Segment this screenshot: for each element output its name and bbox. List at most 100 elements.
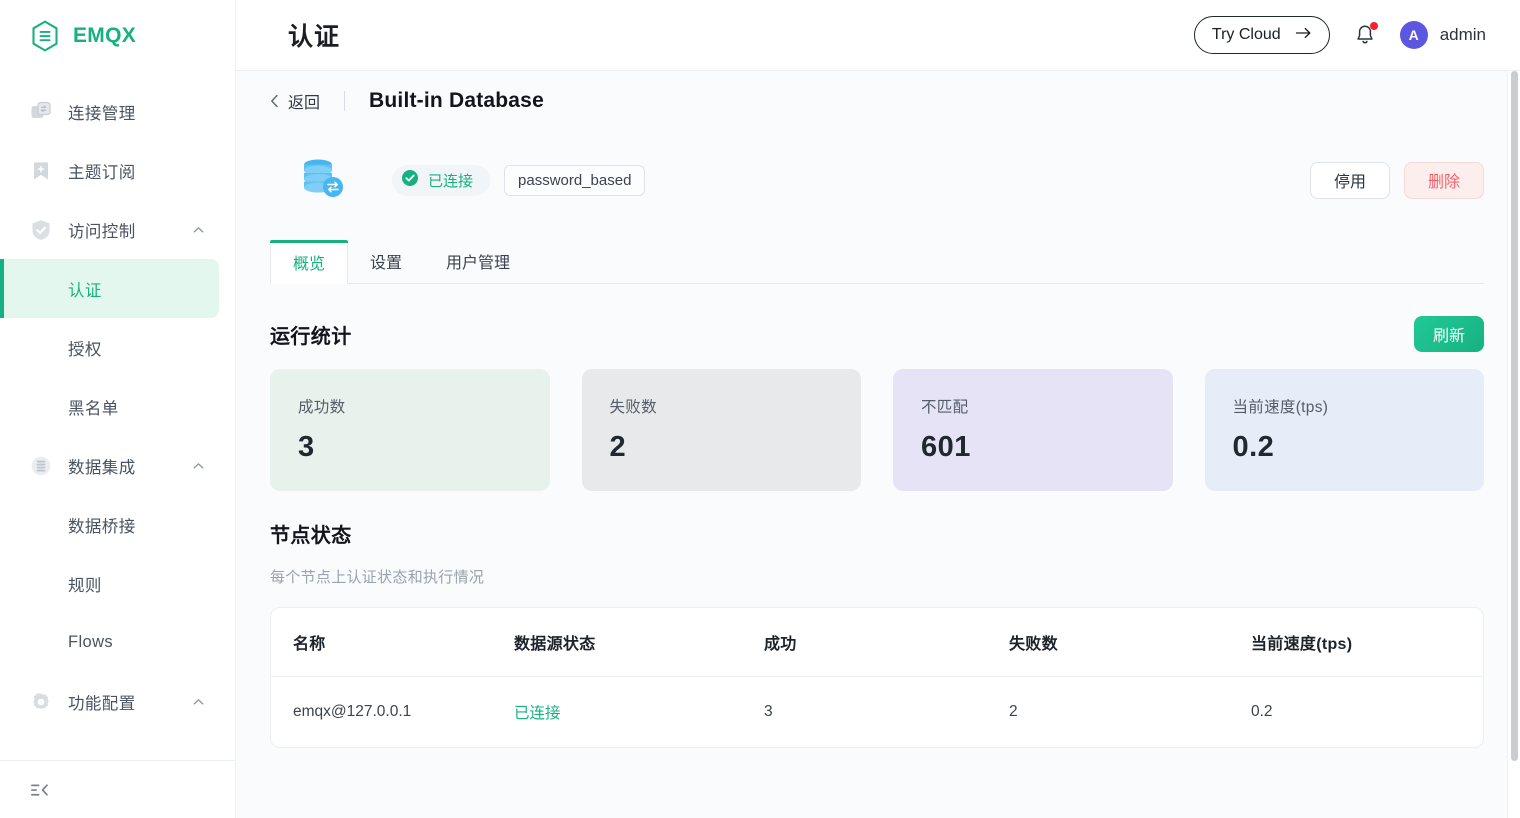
sidebar-item-subscriptions[interactable]: 主题订阅 <box>0 141 235 200</box>
column-header-rate: 当前速度(tps) <box>1251 608 1483 677</box>
vertical-scrollbar[interactable] <box>1507 71 1520 818</box>
sidebar-item-label: 功能配置 <box>68 690 136 714</box>
resource-summary: 已连接 password_based 停用 删除 <box>236 131 1520 217</box>
sidebar-item-label: 认证 <box>68 277 102 301</box>
tab-settings[interactable]: 设置 <box>348 239 424 283</box>
tab-bar: 概览 设置 用户管理 <box>270 239 1484 284</box>
sidebar-item-label: Flows <box>68 633 113 652</box>
stat-value: 0.2 <box>1233 431 1485 464</box>
node-section-description: 每个节点上认证状态和执行情况 <box>270 566 1520 587</box>
cell-node-name: emqx@127.0.0.1 <box>271 677 514 748</box>
column-header-success: 成功 <box>764 608 1009 677</box>
check-circle-icon <box>401 169 419 191</box>
sidebar-item-blacklist[interactable]: 黑名单 <box>0 377 235 436</box>
notification-dot <box>1370 22 1378 30</box>
refresh-button[interactable]: 刷新 <box>1414 316 1484 352</box>
topbar: 认证 Try Cloud A <box>236 0 1520 71</box>
delete-button[interactable]: 删除 <box>1404 162 1484 199</box>
sidebar-item-flows[interactable]: Flows <box>0 613 235 672</box>
cell-failure: 2 <box>1009 677 1251 748</box>
collapse-sidebar-icon[interactable] <box>28 779 50 801</box>
resource-badges: 已连接 password_based <box>392 165 645 196</box>
stat-card-grid: 成功数 3 失败数 2 不匹配 601 当前速度(tps) 0.2 <box>270 369 1484 491</box>
user-name[interactable]: admin <box>1440 25 1486 45</box>
back-label: 返回 <box>288 89 320 113</box>
try-cloud-label: Try Cloud <box>1212 26 1281 44</box>
try-cloud-button[interactable]: Try Cloud <box>1194 16 1330 54</box>
connections-icon <box>28 99 54 125</box>
node-status-table: 名称 数据源状态 成功 失败数 当前速度(tps) emqx@127.0.0.1… <box>270 607 1484 748</box>
stats-section-header: 运行统计 刷新 <box>270 314 1484 354</box>
column-header-datasource-status: 数据源状态 <box>514 608 764 677</box>
breadcrumb: 返回 Built-in Database <box>236 71 1520 131</box>
status-badge: 已连接 <box>392 165 490 196</box>
sidebar-item-connections[interactable]: 连接管理 <box>0 82 235 141</box>
stat-value: 2 <box>610 431 862 464</box>
arrow-right-icon <box>1295 26 1312 45</box>
page-title: 认证 <box>288 17 340 53</box>
node-section-title: 节点状态 <box>270 519 1520 548</box>
sidebar-item-data-bridge[interactable]: 数据桥接 <box>0 495 235 554</box>
cell-datasource-status: 已连接 <box>514 677 764 748</box>
sidebar-item-label: 数据集成 <box>68 454 136 478</box>
sidebar: EMQX 连接管理 <box>0 0 236 818</box>
shield-check-icon <box>28 217 54 243</box>
sidebar-item-label: 访问控制 <box>68 218 136 242</box>
bookmark-icon <box>28 158 54 184</box>
column-header-failure: 失败数 <box>1009 608 1251 677</box>
sidebar-item-authorization[interactable]: 授权 <box>0 318 235 377</box>
sidebar-item-label: 黑名单 <box>68 395 119 419</box>
status-badge-label: 已连接 <box>428 170 473 191</box>
column-header-name: 名称 <box>271 608 514 677</box>
topbar-actions: Try Cloud A admin <box>1194 16 1486 54</box>
emqx-hexagon-logo-icon <box>28 19 62 53</box>
chevron-up-icon[interactable] <box>192 459 205 472</box>
chevron-up-icon[interactable] <box>192 695 205 708</box>
stat-value: 3 <box>298 431 550 464</box>
stat-label: 当前速度(tps) <box>1233 395 1485 417</box>
stat-card-nomatch: 不匹配 601 <box>893 369 1173 491</box>
disable-button[interactable]: 停用 <box>1310 162 1390 199</box>
tab-overview[interactable]: 概览 <box>270 240 348 284</box>
avatar[interactable]: A <box>1400 21 1428 49</box>
stat-value: 601 <box>921 431 1173 464</box>
vertical-scrollbar-thumb[interactable] <box>1511 71 1518 761</box>
stat-card-rate: 当前速度(tps) 0.2 <box>1205 369 1485 491</box>
breadcrumb-divider <box>344 91 345 111</box>
auth-type-badge: password_based <box>504 165 645 196</box>
brand-name: EMQX <box>73 24 136 48</box>
cell-rate: 0.2 <box>1251 677 1483 748</box>
cell-success: 3 <box>764 677 1009 748</box>
main-content: 认证 Try Cloud A <box>236 0 1520 818</box>
stat-label: 不匹配 <box>921 395 1173 417</box>
table-row: emqx@127.0.0.1 已连接 3 2 0.2 <box>271 677 1483 748</box>
sidebar-item-data-integration[interactable]: 数据集成 <box>0 436 235 495</box>
stat-card-failure: 失败数 2 <box>582 369 862 491</box>
gear-icon <box>28 689 54 715</box>
sidebar-item-label: 连接管理 <box>68 100 136 124</box>
database-icon <box>294 152 350 208</box>
sidebar-item-label: 授权 <box>68 336 102 360</box>
back-button[interactable]: 返回 <box>270 89 320 113</box>
chevron-up-icon[interactable] <box>192 223 205 236</box>
app-root: EMQX 连接管理 <box>0 0 1520 818</box>
sidebar-item-access-control[interactable]: 访问控制 <box>0 200 235 259</box>
sidebar-footer <box>0 760 235 818</box>
stat-label: 成功数 <box>298 395 550 417</box>
stats-section-title: 运行统计 <box>270 320 352 349</box>
tab-user-management[interactable]: 用户管理 <box>424 239 532 283</box>
sidebar-item-feature-config[interactable]: 功能配置 <box>0 672 235 731</box>
sidebar-item-authentication[interactable]: 认证 <box>0 259 219 318</box>
chevron-left-icon <box>270 94 279 108</box>
sidebar-item-rules[interactable]: 规则 <box>0 554 235 613</box>
brand[interactable]: EMQX <box>0 0 235 72</box>
sidebar-item-label: 规则 <box>68 572 102 596</box>
stat-card-success: 成功数 3 <box>270 369 550 491</box>
database-stack-icon <box>28 453 54 479</box>
sidebar-item-label: 主题订阅 <box>68 159 136 183</box>
stat-label: 失败数 <box>610 395 862 417</box>
sidebar-nav: 连接管理 主题订阅 访问控制 <box>0 72 235 760</box>
content-scroll-area: 返回 Built-in Database <box>236 71 1520 818</box>
notifications-button[interactable] <box>1352 22 1378 48</box>
table-header-row: 名称 数据源状态 成功 失败数 当前速度(tps) <box>271 608 1483 677</box>
